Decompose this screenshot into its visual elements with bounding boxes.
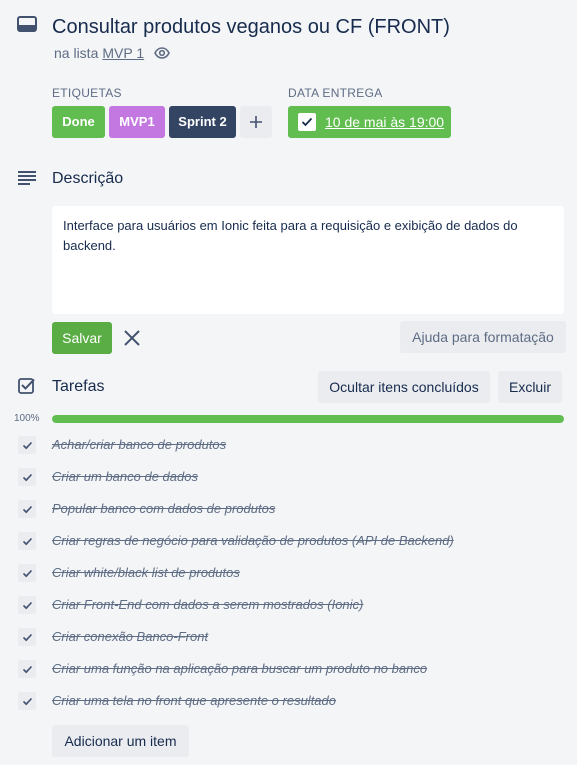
check-icon xyxy=(22,665,32,673)
checklist-item-checkbox[interactable] xyxy=(18,596,36,614)
eye-icon[interactable] xyxy=(154,47,171,59)
checklist-item[interactable]: Criar conexão Banco-Front xyxy=(0,621,577,653)
checklist-item-text[interactable]: Criar white/black list de produtos xyxy=(52,564,240,582)
check-icon xyxy=(22,601,32,609)
checklist-item-text[interactable]: Criar Front-End com dados a serem mostra… xyxy=(52,596,363,614)
checklist-item-checkbox[interactable] xyxy=(18,468,36,486)
checklist-item-checkbox[interactable] xyxy=(18,532,36,550)
checklist-item[interactable]: Criar white/black list de produtos xyxy=(0,557,577,589)
close-icon[interactable] xyxy=(122,328,142,348)
checklist-item-checkbox[interactable] xyxy=(18,500,36,518)
list-link[interactable]: MVP 1 xyxy=(102,44,144,62)
card-title[interactable]: Consultar produtos veganos ou CF (FRONT) xyxy=(52,14,450,40)
label-mvp1[interactable]: MVP1 xyxy=(109,106,165,138)
checklist-item[interactable]: Criar regras de negócio para validação d… xyxy=(0,525,577,557)
checklist-item-checkbox[interactable] xyxy=(18,692,36,710)
label-done[interactable]: Done xyxy=(52,106,105,138)
plus-icon xyxy=(250,116,262,128)
checklist-item[interactable]: Criar uma tela no front que apresente o … xyxy=(0,685,577,717)
checklist-item-text[interactable]: Criar uma função na aplicação para busca… xyxy=(52,660,427,678)
formatting-help-button[interactable]: Ajuda para formatação xyxy=(400,321,566,353)
card-icon xyxy=(17,16,37,34)
checklist-item[interactable]: Criar um banco de dados xyxy=(0,461,577,493)
due-complete-checkbox[interactable] xyxy=(298,113,316,131)
checklist-heading[interactable]: Tarefas xyxy=(52,378,104,396)
progress-bar xyxy=(52,415,564,423)
checklist-item-text[interactable]: Criar conexão Banco-Front xyxy=(52,628,208,646)
checklist-item-text[interactable]: Criar regras de negócio para validação d… xyxy=(52,532,454,550)
checklist-item-checkbox[interactable] xyxy=(18,564,36,582)
check-icon xyxy=(22,633,32,641)
progress-bar-fill xyxy=(52,415,564,423)
label-sprint-2[interactable]: Sprint 2 xyxy=(169,106,236,138)
check-icon xyxy=(22,537,32,545)
checklist-item[interactable]: Achar/criar banco de produtos xyxy=(0,429,577,461)
checklist-item[interactable]: Criar uma função na aplicação para busca… xyxy=(0,653,577,685)
description-textarea[interactable]: Interface para usuários em Ionic feita p… xyxy=(52,206,564,314)
delete-checklist-button[interactable]: Excluir xyxy=(498,371,562,403)
checklist-item-text[interactable]: Achar/criar banco de produtos xyxy=(52,436,226,454)
description-icon xyxy=(17,170,37,186)
list-prefix: na lista xyxy=(54,45,99,61)
labels-heading: ETIQUETAS xyxy=(52,86,122,100)
checklist-item-text[interactable]: Criar um banco de dados xyxy=(52,468,198,486)
checklist-icon xyxy=(18,377,36,395)
list-line: na lista MVP 1 xyxy=(54,44,171,62)
checklist-item-checkbox[interactable] xyxy=(18,628,36,646)
description-heading: Descrição xyxy=(52,170,124,187)
check-icon xyxy=(22,697,32,705)
checklist-item[interactable]: Criar Front-End com dados a serem mostra… xyxy=(0,589,577,621)
check-icon xyxy=(301,117,313,127)
checklist-items: Achar/criar banco de produtos Criar um ba… xyxy=(0,429,577,717)
check-icon xyxy=(22,473,32,481)
due-date-heading: DATA ENTREGA xyxy=(288,86,383,100)
checklist-item-checkbox[interactable] xyxy=(18,660,36,678)
checklist-item-text[interactable]: Criar uma tela no front que apresente o … xyxy=(52,692,336,710)
hide-completed-button[interactable]: Ocultar itens concluídos xyxy=(318,371,490,403)
check-icon xyxy=(22,569,32,577)
check-icon xyxy=(22,505,32,513)
add-label-button[interactable] xyxy=(240,106,272,138)
add-item-button[interactable]: Adicionar um item xyxy=(52,725,189,757)
checklist-item-checkbox[interactable] xyxy=(18,436,36,454)
save-button[interactable]: Salvar xyxy=(52,322,112,354)
checklist-item[interactable]: Popular banco com dados de produtos xyxy=(0,493,577,525)
due-date-text: 10 de mai às 19:00 xyxy=(325,114,445,130)
checklist-item-text[interactable]: Popular banco com dados de produtos xyxy=(52,500,275,518)
check-icon xyxy=(22,441,32,449)
due-date-button[interactable]: 10 de mai às 19:00 xyxy=(288,106,451,138)
progress-percent: 100% xyxy=(14,413,40,424)
